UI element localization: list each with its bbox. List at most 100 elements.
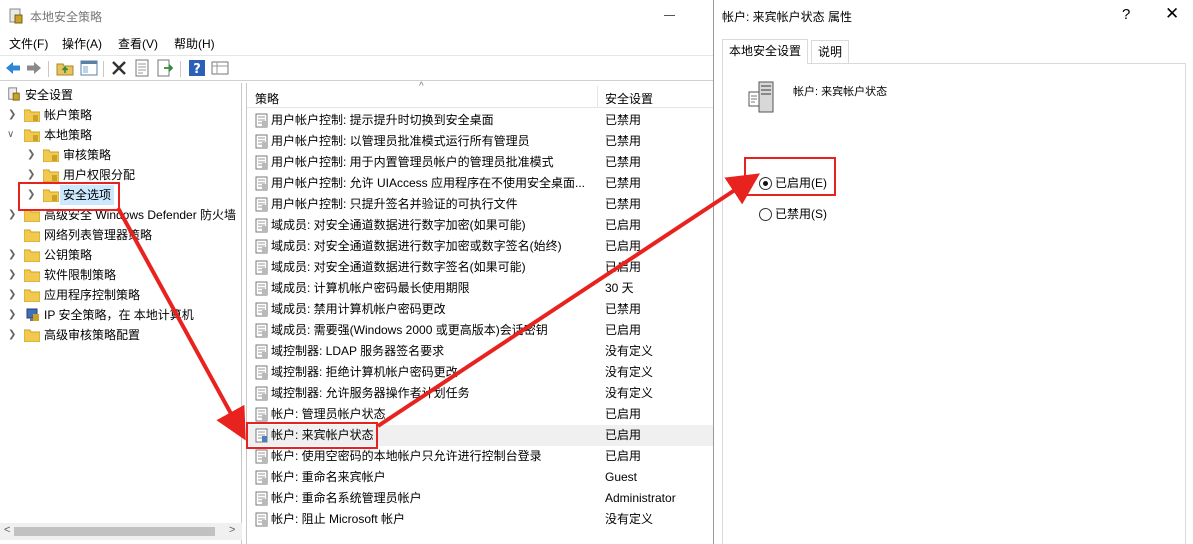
policy-setting: 没有定义 — [605, 386, 654, 400]
export-icon[interactable] — [156, 59, 174, 77]
policy-name: 帐户: 使用空密码的本地帐户只允许进行控制台登录 — [271, 449, 542, 463]
policy-item-icon — [255, 407, 268, 422]
help-button[interactable]: ? — [1122, 6, 1130, 23]
folder-icon — [24, 229, 40, 242]
properties-dialog: 帐户: 来宾帐户状态 属性 ? ✕ 本地安全设置 说明 帐户: 来宾帐户状态 已… — [713, 0, 1193, 544]
help-icon[interactable]: ? — [188, 59, 206, 77]
tree-item-defender-firewall[interactable]: ❯ 高级安全 Windows Defender 防火墙 — [0, 205, 240, 225]
scroll-right-icon[interactable]: > — [229, 524, 235, 536]
chevron-right-icon[interactable]: ❯ — [27, 185, 37, 205]
chevron-right-icon[interactable]: ❯ — [8, 325, 18, 345]
enabled-label[interactable]: 已启用(E) — [775, 174, 827, 192]
table-row[interactable]: 域成员: 需要强(Windows 2000 或更高版本)会话密钥 已启用 — [247, 320, 715, 341]
policy-name: 域控制器: 允许服务器操作者计划任务 — [271, 386, 470, 400]
chevron-right-icon[interactable]: ❯ — [8, 105, 18, 125]
tree-item-app-control[interactable]: ❯ 应用程序控制策略 — [0, 285, 240, 305]
back-icon[interactable] — [4, 59, 22, 77]
table-row[interactable]: 域成员: 计算机帐户密码最长使用期限 30 天 — [247, 278, 715, 299]
tree-item-software-restriction[interactable]: ❯ 软件限制策略 — [0, 265, 240, 285]
table-row[interactable]: 域成员: 对安全通道数据进行数字加密或数字签名(始终) 已启用 — [247, 236, 715, 257]
policy-name: 域成员: 对安全通道数据进行数字签名(如果可能) — [271, 260, 526, 274]
tree-item-security-settings[interactable]: 安全设置 — [0, 85, 240, 105]
table-row[interactable]: 用户帐户控制: 允许 UIAccess 应用程序在不使用安全桌面... 已禁用 — [247, 173, 715, 194]
menu-action[interactable]: 操作(A) — [62, 35, 102, 52]
policy-item-icon — [255, 470, 268, 485]
chevron-right-icon[interactable]: ❯ — [8, 265, 18, 285]
table-row[interactable]: 帐户: 重命名来宾帐户 Guest — [247, 467, 715, 488]
table-row[interactable]: 帐户: 管理员帐户状态 已启用 — [247, 404, 715, 425]
menu-view[interactable]: 查看(V) — [118, 35, 158, 52]
table-row[interactable]: 用户帐户控制: 只提升签名并验证的可执行文件 已禁用 — [247, 194, 715, 215]
table-row[interactable]: 用户帐户控制: 用于内置管理员帐户的管理员批准模式 已禁用 — [247, 152, 715, 173]
tree-item-ip-security[interactable]: ❯ IP 安全策略，在 本地计算机 — [0, 305, 240, 325]
folder-icon — [43, 169, 59, 182]
table-row[interactable]: 域控制器: 拒绝计算机帐户密码更改 没有定义 — [247, 362, 715, 383]
policy-name: 域成员: 计算机帐户密码最长使用期限 — [271, 281, 470, 295]
table-row[interactable]: 域成员: 对安全通道数据进行数字签名(如果可能) 已启用 — [247, 257, 715, 278]
policy-item-icon — [255, 512, 268, 527]
menu-file[interactable]: 文件(F) — [9, 35, 48, 52]
policy-setting: 已禁用 — [605, 176, 642, 190]
chevron-down-icon[interactable]: ∨ — [7, 125, 17, 145]
tree-item-audit-policy[interactable]: ❯ 审核策略 — [0, 145, 240, 165]
policy-name: 域成员: 对安全通道数据进行数字加密或数字签名(始终) — [271, 239, 562, 253]
forward-icon[interactable] — [25, 59, 43, 77]
policy-name: 域控制器: 拒绝计算机帐户密码更改 — [271, 365, 458, 379]
chevron-right-icon[interactable]: ❯ — [8, 285, 18, 305]
table-row[interactable]: 用户帐户控制: 以管理员批准模式运行所有管理员 已禁用 — [247, 131, 715, 152]
chevron-right-icon[interactable]: ❯ — [8, 245, 18, 265]
policy-item-icon — [255, 302, 268, 317]
tree-item-label: 帐户策略 — [44, 108, 93, 122]
disabled-label[interactable]: 已禁用(S) — [775, 205, 827, 223]
table-row[interactable]: 用户帐户控制: 提示提升时切换到安全桌面 已禁用 — [247, 110, 715, 131]
table-row[interactable]: 域成员: 对安全通道数据进行数字加密(如果可能) 已启用 — [247, 215, 715, 236]
policy-item-icon — [255, 176, 268, 191]
delete-icon[interactable] — [110, 59, 128, 77]
show-hide-tree-icon[interactable] — [80, 59, 98, 77]
table-row[interactable]: 帐户: 阻止 Microsoft 帐户 没有定义 — [247, 509, 715, 530]
tree-item-advanced-audit[interactable]: ❯ 高级审核策略配置 — [0, 325, 240, 345]
table-row[interactable]: 域控制器: LDAP 服务器签名要求 没有定义 — [247, 341, 715, 362]
chevron-right-icon[interactable]: ❯ — [8, 205, 18, 225]
up-folder-icon[interactable] — [56, 59, 74, 77]
table-row[interactable]: 帐户: 重命名系统管理员帐户 Administrator — [247, 488, 715, 509]
tree-item-label: 高级安全 Windows Defender 防火墙 — [44, 208, 237, 222]
chevron-right-icon[interactable]: ❯ — [27, 165, 37, 185]
chevron-right-icon[interactable]: ❯ — [8, 305, 18, 325]
tree-item-network-list[interactable]: 网络列表管理器策略 — [0, 225, 240, 245]
tab-local-security-setting[interactable]: 本地安全设置 — [722, 39, 809, 64]
minimize-button[interactable] — [662, 4, 682, 24]
tree-item-local-policies[interactable]: ∨ 本地策略 — [0, 125, 240, 145]
scroll-left-icon[interactable]: < — [4, 524, 10, 536]
svg-text:?: ? — [193, 62, 201, 77]
column-header-policy[interactable]: 策略 — [255, 90, 279, 107]
table-row[interactable]: 域控制器: 允许服务器操作者计划任务 没有定义 — [247, 383, 715, 404]
tree-item-label: 网络列表管理器策略 — [44, 228, 153, 242]
tree-item-public-key[interactable]: ❯ 公钥策略 — [0, 245, 240, 265]
tree-horizontal-scrollbar[interactable]: < > — [0, 523, 242, 540]
tree-item-account-policies[interactable]: ❯ 帐户策略 — [0, 105, 240, 125]
chevron-right-icon[interactable]: ❯ — [27, 145, 37, 165]
properties-icon[interactable] — [133, 59, 151, 77]
tree-item-user-rights[interactable]: ❯ 用户权限分配 — [0, 165, 240, 185]
policy-setting: 没有定义 — [605, 344, 654, 358]
close-button[interactable]: ✕ — [1165, 4, 1179, 24]
menu-help[interactable]: 帮助(H) — [174, 35, 215, 52]
scrollbar-thumb[interactable] — [14, 527, 215, 536]
column-header-setting[interactable]: 安全设置 — [605, 90, 653, 107]
view-icon[interactable] — [211, 59, 229, 77]
policy-name: 域控制器: LDAP 服务器签名要求 — [271, 344, 445, 358]
enabled-radio[interactable] — [759, 177, 772, 190]
policy-item-icon — [255, 449, 268, 464]
policy-item-icon — [255, 113, 268, 128]
disabled-radio[interactable] — [759, 208, 772, 221]
policy-item-icon — [255, 281, 268, 296]
folder-icon — [24, 269, 40, 282]
tab-explain[interactable]: 说明 — [811, 40, 850, 64]
policy-setting: 已启用 — [605, 449, 642, 463]
tree-item-security-options[interactable]: ❯ 安全选项 — [0, 185, 240, 205]
table-row[interactable]: 域成员: 禁用计算机帐户密码更改 已禁用 — [247, 299, 715, 320]
security-settings-icon — [8, 87, 20, 101]
table-row[interactable]: 帐户: 来宾帐户状态 已启用 — [247, 425, 715, 446]
table-row[interactable]: 帐户: 使用空密码的本地帐户只允许进行控制台登录 已启用 — [247, 446, 715, 467]
